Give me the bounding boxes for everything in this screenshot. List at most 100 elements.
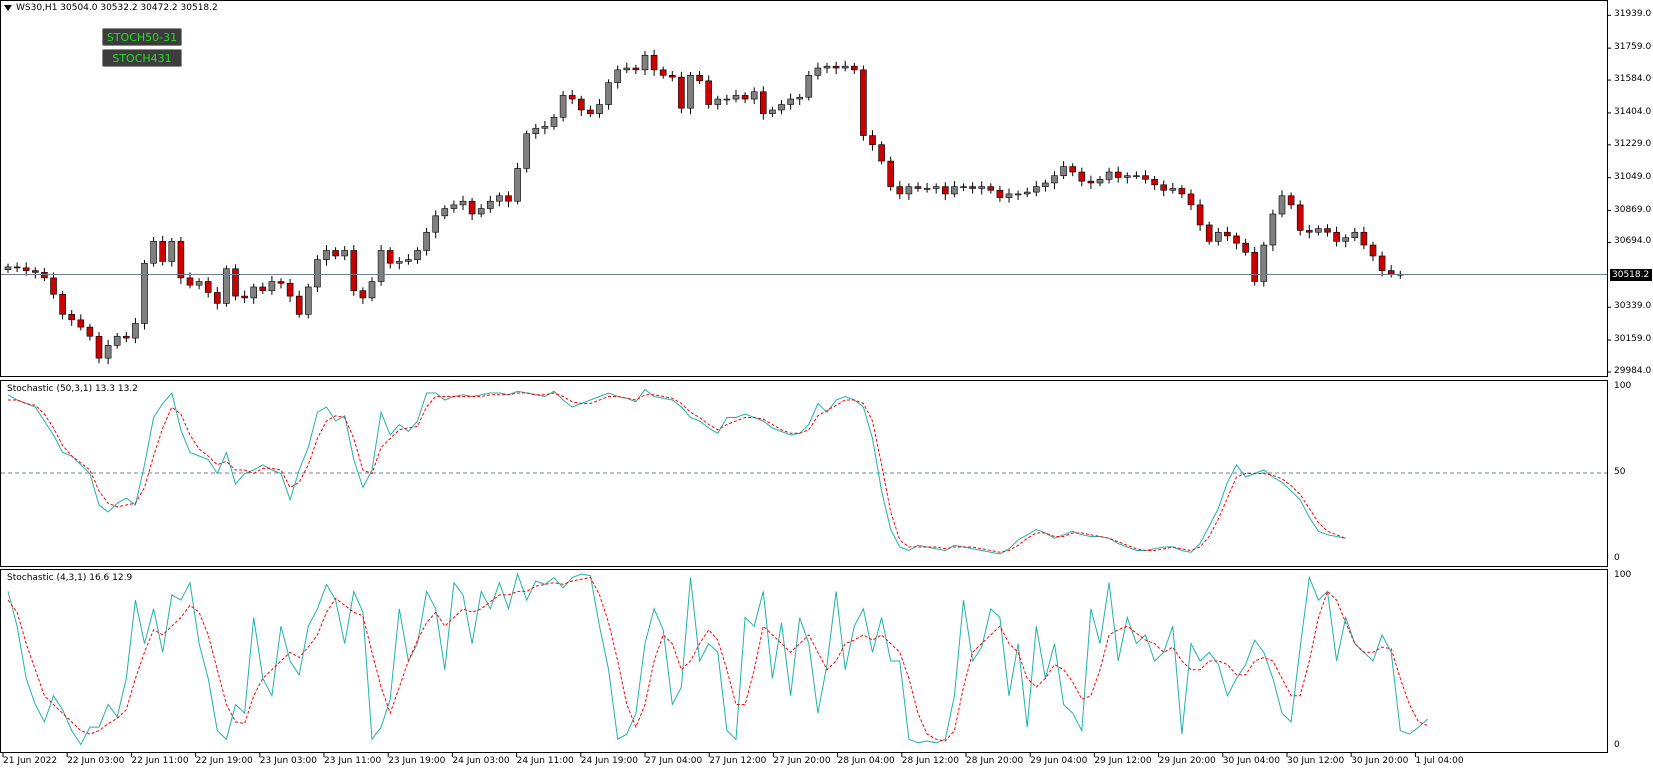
candle-body: [250, 286, 257, 299]
stoch2-tick-100: 100: [1614, 570, 1632, 580]
candle-body: [1023, 191, 1031, 195]
candle-body: [596, 104, 603, 114]
candle-body: [1051, 175, 1058, 184]
candle-body: [668, 75, 676, 78]
candle-body: [1215, 231, 1222, 242]
stoch2-lines: [7, 572, 1428, 746]
candle-body: [168, 241, 176, 262]
candle-body: [1205, 224, 1213, 242]
candle-body: [332, 250, 339, 257]
candle-body: [1196, 204, 1204, 226]
price-tick-label: 30869.0: [1614, 204, 1652, 215]
candle-body: [341, 250, 349, 257]
candle-body: [1260, 244, 1268, 282]
candle-body: [905, 186, 913, 195]
candle-body: [1060, 166, 1067, 176]
candle-body: [1114, 171, 1122, 178]
candle-body: [1133, 175, 1140, 177]
candles-group: [4, 49, 1404, 365]
candle-body: [960, 186, 967, 188]
candle-body: [659, 69, 667, 76]
candle-body: [714, 98, 722, 105]
candle-body: [1151, 179, 1158, 186]
candle-body: [368, 281, 376, 299]
candle-body: [304, 286, 312, 315]
time-tick-label: 29 Jun 04:00: [1030, 756, 1088, 766]
candle-body: [832, 65, 840, 69]
stoch2-tick-0: 0: [1614, 740, 1620, 750]
candle-body: [22, 267, 30, 271]
candle-body: [359, 290, 367, 299]
candle-body: [486, 200, 494, 209]
candle-body: [559, 95, 567, 118]
candle-body: [405, 259, 412, 262]
candle-body: [1033, 186, 1040, 193]
candle-body: [195, 281, 203, 286]
candle-body: [1324, 228, 1331, 233]
candle-body: [723, 98, 731, 101]
candle-body: [186, 277, 194, 286]
time-tick-label: 27 Jun 12:00: [709, 756, 767, 766]
candle-body: [532, 127, 540, 135]
stoch-main-line: [7, 388, 1346, 555]
stoch2-panel-border: [0, 569, 1608, 753]
triangle-down-icon[interactable]: [4, 4, 12, 11]
candle-body: [1005, 193, 1013, 198]
time-tick-label: 28 Jun 12:00: [901, 756, 959, 766]
price-tick-label: 30159.0: [1614, 334, 1652, 345]
stoch1-lines: [7, 388, 1346, 555]
candle-body: [1014, 193, 1022, 196]
time-tick-label: 30 Jun 12:00: [1287, 756, 1345, 766]
current-price-value: 30518.2: [1612, 269, 1650, 280]
candle-body: [259, 286, 267, 291]
candle-body: [878, 144, 885, 162]
chart-canvas: [0, 0, 1611, 757]
stoch50-31-button[interactable]: STOCH50-31: [102, 28, 182, 46]
candle-body: [1378, 255, 1386, 271]
price-tick-label: 31584.0: [1614, 74, 1652, 85]
candle-body: [41, 272, 48, 279]
candle-body: [1160, 184, 1167, 191]
time-tick-label: 24 Jun 11:00: [516, 756, 574, 766]
price-tick-label: 31049.0: [1614, 171, 1652, 182]
candle-body: [141, 262, 148, 324]
candle-body: [450, 204, 458, 209]
price-tick-label: 30339.0: [1614, 301, 1652, 312]
candle-body: [1369, 244, 1377, 257]
candle-body: [350, 250, 358, 291]
candle-body: [104, 345, 112, 359]
candle-body: [386, 250, 394, 264]
time-tick-label: 1 Jul 04:00: [1415, 756, 1464, 766]
candle-body: [1342, 237, 1349, 242]
candle-body: [505, 195, 512, 202]
candle-body: [568, 95, 576, 100]
candle-body: [750, 91, 758, 100]
candle-body: [1124, 175, 1131, 178]
stoch1-label: Stochastic (50,3,1) 13.3 13.2: [7, 384, 138, 394]
candle-body: [68, 314, 75, 321]
candle-body: [395, 261, 403, 264]
candle-body: [1233, 235, 1240, 244]
candle-body: [95, 335, 103, 359]
candle-body: [241, 295, 248, 299]
candle-body: [523, 133, 531, 169]
candle-body: [805, 75, 813, 98]
symbol-header[interactable]: WS30,H1 30504.0 30532.2 30472.2 30518.2: [4, 3, 218, 13]
price-tick-label: 31759.0: [1614, 42, 1652, 53]
candle-body: [150, 241, 157, 264]
candle-body: [277, 281, 285, 284]
time-tick-label: 28 Jun 20:00: [966, 756, 1024, 766]
candle-body: [323, 250, 330, 260]
candle-body: [1096, 179, 1104, 184]
time-tick-label: 22 Jun 11:00: [131, 756, 189, 766]
candle-body: [1387, 270, 1395, 275]
candle-body: [286, 283, 294, 297]
candle-body: [1178, 188, 1186, 195]
candle-body: [50, 277, 57, 295]
candle-body: [814, 67, 822, 76]
candle-body: [705, 80, 713, 105]
price-tick-label: 29984.0: [1614, 366, 1652, 376]
price-tick-label: 31404.0: [1614, 106, 1652, 117]
candle-body: [86, 326, 94, 337]
stoch431-button[interactable]: STOCH431: [102, 49, 182, 67]
